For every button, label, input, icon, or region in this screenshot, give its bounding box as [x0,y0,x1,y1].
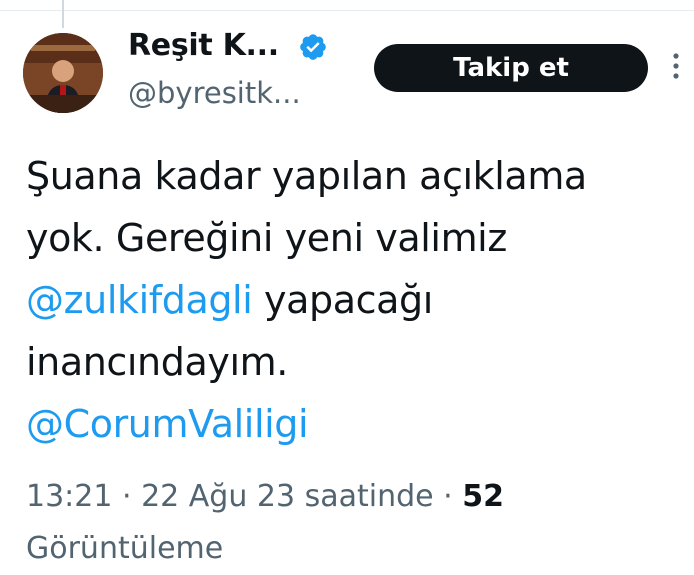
mention-link[interactable]: @CorumValiligi [26,402,309,446]
meta-separator: · [112,479,142,514]
tweet-meta: 13:21 · 22 Ağu 23 saatinde · 52 Görüntüle… [26,471,676,575]
tweet-text-part: Şuana kadar yapılan açıklama yok. Gereği… [26,154,587,260]
mention-link[interactable]: @zulkifdagli [26,278,253,322]
verified-badge-icon [300,34,326,60]
tweet-date[interactable]: 22 Ağu 23 saatinde [141,479,434,514]
meta-separator: · [433,479,463,514]
author-handle[interactable]: @byresitk... [128,76,301,110]
avatar-image [23,33,103,113]
author-name[interactable]: Reşit K... [128,28,279,63]
avatar[interactable] [23,33,103,113]
tweet-time[interactable]: 13:21 [26,479,112,514]
top-divider [0,0,694,11]
follow-button[interactable]: Takip et [374,44,648,92]
views-count: 52 [462,479,504,514]
thread-line [62,0,64,28]
tweet-text: Şuana kadar yapılan açıklama yok. Gereği… [26,145,676,455]
views-label: Görüntüleme [26,531,224,566]
more-vertical-icon[interactable] [672,52,680,80]
